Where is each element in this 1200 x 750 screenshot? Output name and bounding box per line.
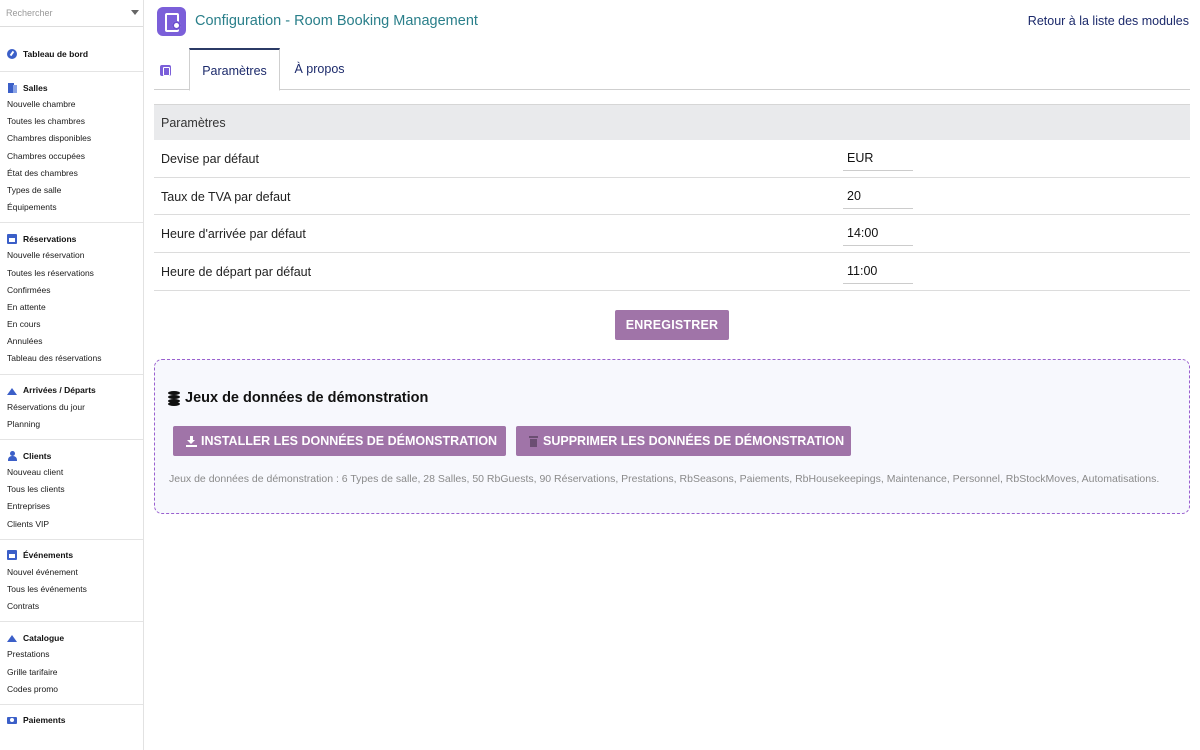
setting-label: Devise par défaut (161, 152, 259, 166)
sidebar-item-nouveau-client[interactable]: Nouveau client (0, 464, 143, 481)
menu-group-clients: Clients Nouveau client Tous les clients … (0, 440, 143, 540)
delete-demo-label: SUPPRIMER LES DONNÉES DE DÉMONSTRATION (543, 434, 845, 448)
sidebar-item-toutes-chambres[interactable]: Toutes les chambres (0, 113, 143, 130)
setting-row-checkin: Heure d'arrivée par défaut (154, 215, 1190, 254)
sidebar-head-label: Clients (23, 450, 52, 461)
calendar-icon (7, 550, 17, 561)
menu-group-salles: Salles Nouvelle chambre Toutes les chamb… (0, 72, 143, 224)
sidebar-head-label: Événements (23, 550, 74, 561)
sidebar-item-toutes-reservations[interactable]: Toutes les réservations (0, 265, 143, 282)
sidebar: Tableau de bord Salles Nouvelle chambre … (0, 0, 144, 750)
sidebar-item-entreprises[interactable]: Entreprises (0, 498, 143, 515)
install-demo-label: INSTALLER LES DONNÉES DE DÉMONSTRATION (201, 434, 498, 448)
tab-bar: Paramètres À propos (154, 48, 1190, 91)
sidebar-item-types-salle[interactable]: Types de salle (0, 182, 143, 199)
sidebar-head-label: Catalogue (23, 632, 65, 643)
sidebar-head-arrivees[interactable]: Arrivées / Départs (0, 382, 143, 399)
sidebar-item-tableau-reservations[interactable]: Tableau des réservations (0, 350, 143, 367)
page-title: Configuration - Room Booking Management (195, 13, 478, 29)
setting-row-vat: Taux de TVA par defaut (154, 178, 1190, 216)
sidebar-head-label: Paiements (23, 715, 66, 726)
sidebar-item-tous-clients[interactable]: Tous les clients (0, 481, 143, 498)
database-icon (168, 390, 180, 406)
tab-parametres[interactable]: Paramètres (189, 48, 280, 91)
sidebar-item-label: Tableau de bord (23, 48, 89, 59)
sidebar-item-nouvelle-reservation[interactable]: Nouvelle réservation (0, 247, 143, 264)
sidebar-item-grille-tarifaire[interactable]: Grille tarifaire (0, 664, 143, 681)
setting-label: Heure de départ par défaut (161, 265, 312, 280)
settings-table: Paramètres Devise par défaut Taux de TVA… (154, 104, 1190, 291)
trash-icon (529, 435, 538, 447)
menu-group-paiements: Paiements (0, 705, 143, 735)
user-icon (7, 450, 17, 461)
sidebar-item-reservations-jour[interactable]: Réservations du jour (0, 399, 143, 416)
gauge-icon (7, 48, 17, 59)
sidebar-item-prestations[interactable]: Prestations (0, 646, 143, 663)
setting-label: Heure d'arrivée par défaut (161, 227, 306, 242)
menu-group-catalogue: Catalogue Prestations Grille tarifaire C… (0, 622, 143, 705)
sidebar-head-label: Salles (23, 82, 48, 93)
vat-rate-field[interactable] (843, 183, 913, 209)
sidebar-item-codes-promo[interactable]: Codes promo (0, 681, 143, 698)
demo-data-panel: Jeux de données de démonstration INSTALL… (154, 359, 1190, 514)
sidebar-item-en-cours[interactable]: En cours (0, 316, 143, 333)
currency-field[interactable] (843, 146, 913, 171)
setting-row-checkout: Heure de départ par défaut (154, 253, 1190, 291)
sidebar-item-contrats[interactable]: Contrats (0, 598, 143, 615)
sidebar-head-evenements[interactable]: Événements (0, 547, 143, 564)
setting-label: Taux de TVA par defaut (161, 189, 291, 204)
demo-description: Jeux de données de démonstration : 6 Typ… (169, 473, 1160, 485)
search-box (0, 0, 143, 27)
sidebar-head-clients[interactable]: Clients (0, 447, 143, 464)
menu-group-dashboard: Tableau de bord (0, 27, 143, 72)
sidebar-item-dashboard[interactable]: Tableau de bord (0, 45, 143, 62)
install-demo-button[interactable]: INSTALLER LES DONNÉES DE DÉMONSTRATION (173, 426, 506, 456)
delete-demo-button[interactable]: SUPPRIMER LES DONNÉES DE DÉMONSTRATION (516, 426, 851, 456)
sidebar-item-tous-evenements[interactable]: Tous les événements (0, 581, 143, 598)
module-icon (160, 65, 171, 76)
sidebar-head-label: Arrivées / Départs (23, 385, 96, 396)
plane-icon (7, 387, 17, 395)
plane-icon (7, 635, 17, 643)
sidebar-head-label: Réservations (23, 233, 77, 244)
money-icon (7, 716, 17, 724)
settings-section-title: Paramètres (154, 104, 1190, 140)
tab-a-propos[interactable]: À propos (280, 48, 359, 90)
header: Configuration - Room Booking Management … (144, 0, 1200, 46)
calendar-icon (7, 233, 17, 244)
demo-title-text: Jeux de données de démonstration (185, 390, 429, 406)
sidebar-item-en-attente[interactable]: En attente (0, 299, 143, 316)
sidebar-item-nouvelle-chambre[interactable]: Nouvelle chambre (0, 96, 143, 113)
menu-group-evenements: Événements Nouvel événement Tous les évé… (0, 540, 143, 623)
sidebar-item-chambres-occupees[interactable]: Chambres occupées (0, 148, 143, 165)
sidebar-item-planning[interactable]: Planning (0, 416, 143, 433)
sidebar-head-salles[interactable]: Salles (0, 79, 143, 96)
sidebar-item-clients-vip[interactable]: Clients VIP (0, 516, 143, 533)
checkout-time-field[interactable] (843, 259, 913, 285)
setting-row-currency: Devise par défaut (154, 140, 1190, 178)
save-button[interactable]: ENREGISTRER (615, 310, 729, 340)
download-icon (186, 435, 197, 447)
sidebar-item-confirmees[interactable]: Confirmées (0, 282, 143, 299)
sidebar-item-chambres-disponibles[interactable]: Chambres disponibles (0, 130, 143, 147)
sidebar-item-equipements[interactable]: Équipements (0, 199, 143, 216)
demo-title: Jeux de données de démonstration (168, 390, 428, 406)
chevron-down-icon[interactable] (131, 10, 139, 15)
sidebar-head-catalogue[interactable]: Catalogue (0, 629, 143, 646)
sidebar-item-nouvel-evenement[interactable]: Nouvel événement (0, 564, 143, 581)
sidebar-head-paiements[interactable]: Paiements (0, 712, 143, 729)
menu-group-reservations: Réservations Nouvelle réservation Toutes… (0, 223, 143, 375)
search-input[interactable] (0, 0, 143, 26)
checkin-time-field[interactable] (843, 221, 913, 247)
sidebar-item-annulees[interactable]: Annulées (0, 333, 143, 350)
menu-group-arrivees: Arrivées / Départs Réservations du jour … (0, 375, 143, 440)
sidebar-item-etat-chambres[interactable]: État des chambres (0, 165, 143, 182)
back-to-modules-link[interactable]: Retour à la liste des modules (1028, 14, 1189, 28)
door-icon (7, 82, 17, 93)
room-booking-logo-icon (157, 7, 186, 36)
sidebar-head-reservations[interactable]: Réservations (0, 230, 143, 247)
